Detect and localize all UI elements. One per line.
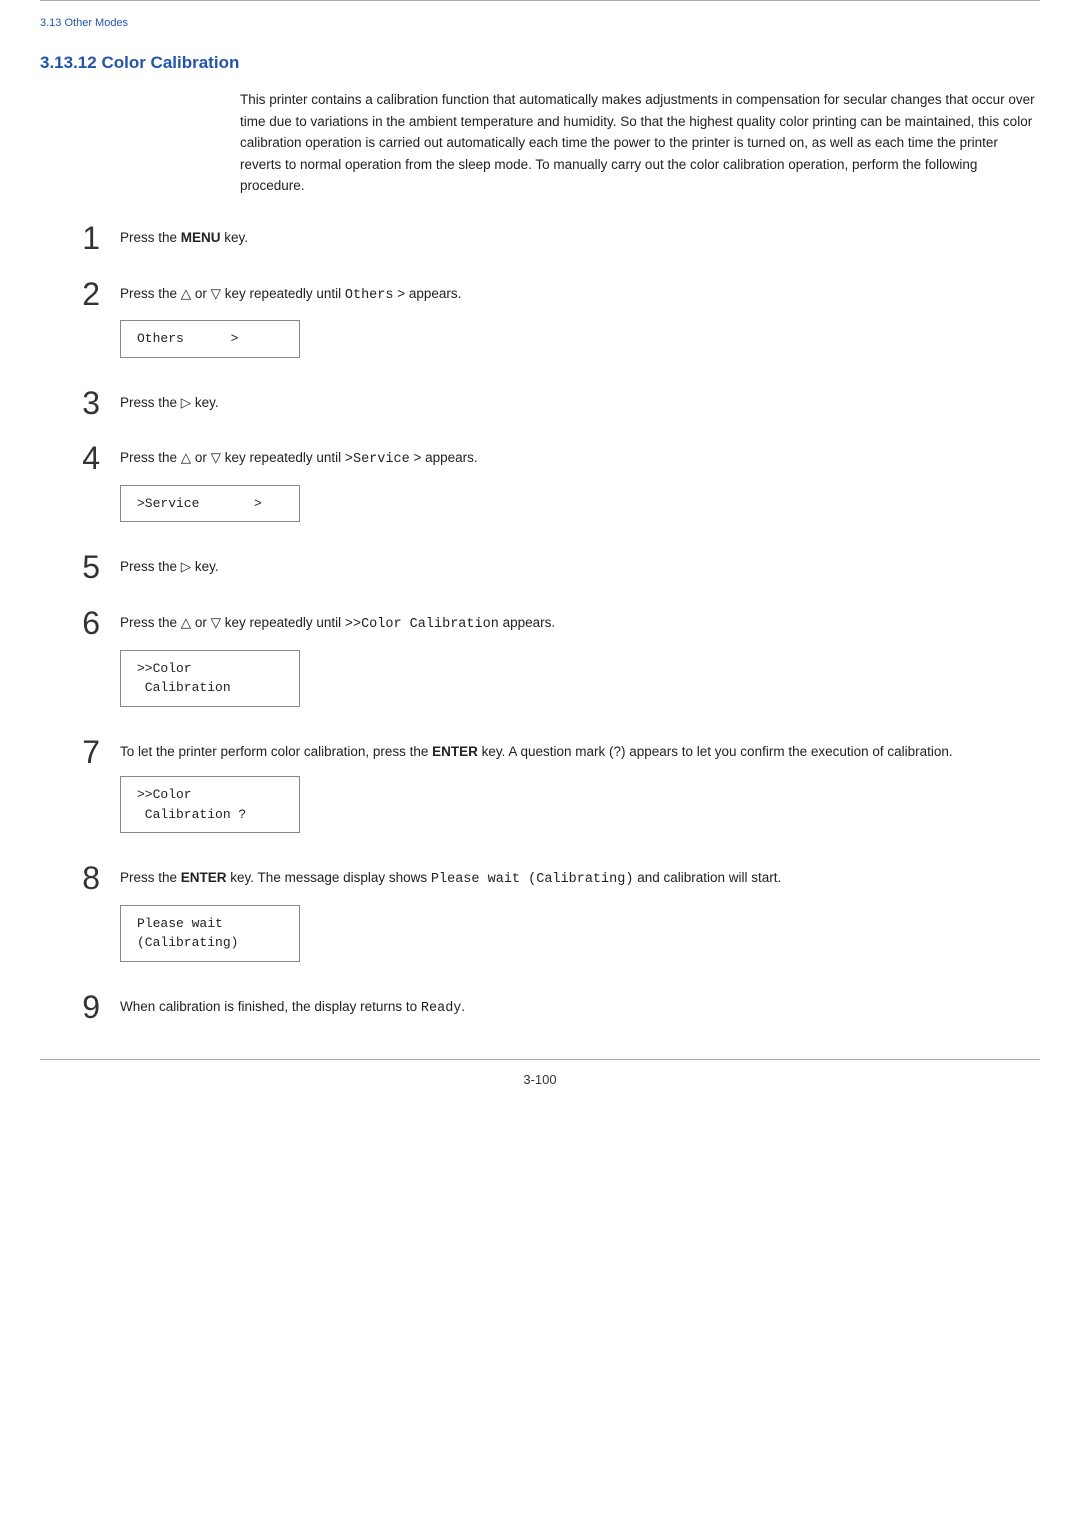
step-7-text: To let the printer perform color calibra… — [120, 741, 1040, 763]
step-9-number: 9 — [40, 990, 100, 1025]
step-6-mono: >>Color Calibration — [345, 617, 499, 632]
step-7-display: >>Color Calibration ? — [120, 776, 300, 833]
step-4-content: Press the △ or ▽ key repeatedly until >S… — [120, 441, 1040, 532]
step-4-display: >Service > — [120, 485, 300, 523]
step-7-content: To let the printer perform color calibra… — [120, 735, 1040, 844]
intro-text: This printer contains a calibration func… — [240, 89, 1040, 197]
step-2-display: Others > — [120, 320, 300, 358]
step-3-number: 3 — [40, 386, 100, 421]
step-3-text: Press the ▷ key. — [120, 392, 1040, 414]
step-1-text: Press the MENU key. — [120, 227, 1040, 249]
step-8: 8 Press the ENTER key. The message displ… — [40, 861, 1040, 972]
step-8-content: Press the ENTER key. The message display… — [120, 861, 1040, 972]
page-container: 3.13 Other Modes 3.13.12 Color Calibrati… — [0, 0, 1080, 1528]
step-5: 5 Press the ▷ key. — [40, 550, 1040, 588]
step-1-number: 1 — [40, 221, 100, 256]
step-3-content: Press the ▷ key. — [120, 386, 1040, 424]
step-8-text: Press the ENTER key. The message display… — [120, 867, 1040, 891]
step-6: 6 Press the △ or ▽ key repeatedly until … — [40, 606, 1040, 717]
step-1: 1 Press the MENU key. — [40, 221, 1040, 259]
step-2-mono: Others — [345, 288, 394, 303]
step-8-mono: Please wait (Calibrating) — [431, 872, 634, 887]
page-footer: 3-100 — [0, 1060, 1080, 1107]
step-2: 2 Press the △ or ▽ key repeatedly until … — [40, 277, 1040, 368]
steps-container: 1 Press the MENU key. 2 Press the △ or ▽… — [0, 221, 1080, 1029]
page-number: 3-100 — [523, 1072, 556, 1087]
top-border — [40, 0, 1040, 9]
step-7-number: 7 — [40, 735, 100, 770]
step-3: 3 Press the ▷ key. — [40, 386, 1040, 424]
step-4-mono: >Service — [345, 452, 410, 467]
step-8-bold: ENTER — [181, 870, 227, 885]
step-6-number: 6 — [40, 606, 100, 641]
step-6-display: >>Color Calibration — [120, 650, 300, 707]
step-9-content: When calibration is finished, the displa… — [120, 990, 1040, 1030]
breadcrumb: 3.13 Other Modes — [0, 9, 1080, 29]
step-9-mono: Ready — [421, 1001, 462, 1016]
step-1-content: Press the MENU key. — [120, 221, 1040, 259]
step-9: 9 When calibration is finished, the disp… — [40, 990, 1040, 1030]
step-7: 7 To let the printer perform color calib… — [40, 735, 1040, 844]
step-9-text: When calibration is finished, the displa… — [120, 996, 1040, 1020]
step-1-bold: MENU — [181, 230, 221, 245]
step-2-text: Press the △ or ▽ key repeatedly until Ot… — [120, 283, 1040, 307]
step-5-number: 5 — [40, 550, 100, 585]
step-2-number: 2 — [40, 277, 100, 312]
step-4-number: 4 — [40, 441, 100, 476]
step-4: 4 Press the △ or ▽ key repeatedly until … — [40, 441, 1040, 532]
step-8-display: Please wait(Calibrating) — [120, 905, 300, 962]
step-7-bold: ENTER — [432, 744, 478, 759]
step-6-content: Press the △ or ▽ key repeatedly until >>… — [120, 606, 1040, 717]
step-5-content: Press the ▷ key. — [120, 550, 1040, 588]
section-title: 3.13.12 Color Calibration — [0, 29, 1080, 89]
step-5-text: Press the ▷ key. — [120, 556, 1040, 578]
step-2-content: Press the △ or ▽ key repeatedly until Ot… — [120, 277, 1040, 368]
step-8-number: 8 — [40, 861, 100, 896]
step-4-text: Press the △ or ▽ key repeatedly until >S… — [120, 447, 1040, 471]
step-6-text: Press the △ or ▽ key repeatedly until >>… — [120, 612, 1040, 636]
